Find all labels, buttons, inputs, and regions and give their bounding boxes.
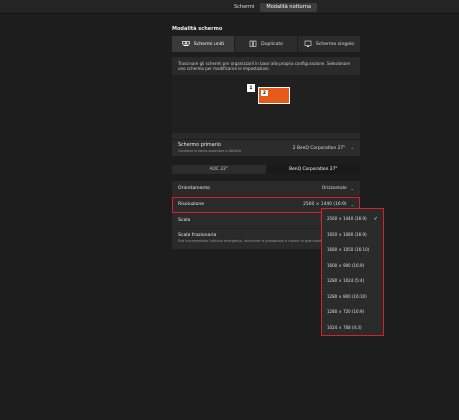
primary-display-row[interactable]: Schermo primario Contiene la barra super… (172, 140, 360, 156)
monitor-2-number: 2 (261, 90, 268, 96)
resolution-option-label: 2560 × 1440 (16:9) (327, 216, 367, 222)
checkmark-icon: ✓ (373, 215, 378, 222)
single-display-icon (304, 40, 312, 47)
resolution-option-label: 1920 × 1080 (16:9) (327, 231, 367, 237)
resolution-option[interactable]: 1024 × 768 (4:3) (322, 320, 383, 336)
resolution-option-label: 1280 × 720 (16:9) (327, 309, 365, 315)
display-mode-title: Modalità schermo (172, 26, 223, 32)
tab-night-light[interactable]: Modalità notturna (260, 3, 317, 12)
resolution-option-label: 1024 × 768 (4:3) (327, 324, 362, 330)
arrangement-description: Trascinare gli schermi per organizzarli … (178, 61, 351, 71)
resolution-option[interactable]: 1280 × 800 (16:10) (322, 289, 383, 305)
display-mode-selector: Schermi uniti Duplicato Schermo singolo (172, 36, 360, 52)
chevron-down-icon: ⌄ (350, 202, 354, 207)
resolution-option[interactable]: 1920 × 1080 (16:9) (322, 227, 383, 243)
resolution-option-label: 1280 × 800 (16:10) (327, 293, 367, 299)
mode-mirror-label: Duplicato (261, 41, 283, 47)
display-device-tabs: AOC 22" BenQ Corporation 27" (172, 165, 360, 174)
monitor-arrangement-canvas[interactable]: 1 2 (172, 75, 360, 133)
arrangement-section: Trascinare gli schermi per organizzarli … (172, 57, 360, 139)
resolution-dropdown: 2560 × 1440 (16:9) ✓ 1920 × 1080 (16:9) … (321, 208, 384, 336)
resolution-option[interactable]: 1280 × 720 (16:9) (322, 304, 383, 320)
monitor-1[interactable]: 1 (247, 84, 255, 92)
resolution-option[interactable]: 2560 × 1440 (16:9) ✓ (322, 211, 383, 227)
mode-joined-label: Schermi uniti (193, 41, 225, 47)
mode-single-label: Schermo singolo (315, 41, 355, 47)
resolution-option[interactable]: 1680 × 1050 (16:10) (322, 242, 383, 258)
tab-displays[interactable]: Schermi (228, 3, 260, 12)
resolution-value: 2560 × 1440 (16:9) (303, 202, 347, 207)
joined-displays-icon (181, 41, 190, 46)
mode-single-button[interactable]: Schermo singolo (298, 36, 360, 52)
mirror-icon (249, 40, 257, 47)
device-tab-benq[interactable]: BenQ Corporation 27" (266, 165, 360, 174)
monitor-2[interactable]: 2 (258, 87, 290, 104)
primary-display-value-text: 2 BenQ Corporation 27" (292, 146, 346, 151)
resolution-label: Risoluzione (178, 202, 205, 207)
resolution-option-label: 1280 × 1024 (5:4) (327, 278, 365, 284)
view-switcher: Schermi Modalità notturna (228, 3, 317, 12)
resolution-option-label: 1600 × 900 (16:9) (327, 262, 365, 268)
resolution-option-label: 1680 × 1050 (16:10) (327, 247, 370, 253)
resolution-option[interactable]: 1600 × 900 (16:9) (322, 258, 383, 274)
mode-joined-button[interactable]: Schermi uniti (172, 36, 234, 52)
scale-label: Scala (178, 218, 191, 223)
orientation-label: Orientamento (178, 186, 210, 191)
chevron-down-icon: ⌄ (350, 145, 354, 150)
orientation-value: Orizzontale (321, 186, 347, 191)
orientation-row[interactable]: Orientamento Orizzontale ⌄ (172, 181, 360, 197)
mode-mirror-button[interactable]: Duplicato (235, 36, 297, 52)
chevron-down-icon: ⌄ (350, 186, 354, 191)
device-tab-aoc[interactable]: AOC 22" (172, 165, 266, 174)
primary-display-value[interactable]: 2 BenQ Corporation 27" ⌄ (293, 145, 354, 151)
header-bar: Schermi Modalità notturna (0, 0, 459, 14)
resolution-option[interactable]: 1280 × 1024 (5:4) (322, 273, 383, 289)
